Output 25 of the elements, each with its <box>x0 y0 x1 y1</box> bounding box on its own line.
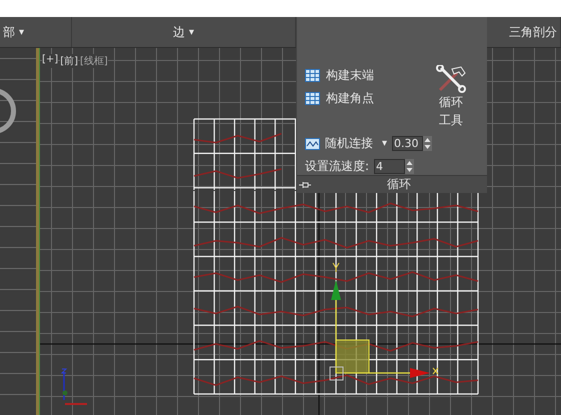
grid-icon <box>305 69 320 82</box>
random-connect-field[interactable]: 0.30 <box>392 136 424 151</box>
graph-icon <box>305 138 320 150</box>
spinner-arrows-icon[interactable] <box>405 159 414 174</box>
viewport-label[interactable]: [+] <box>42 54 58 68</box>
loop-tools-button[interactable]: 循环 工具 <box>435 65 467 129</box>
build-tool-button[interactable]: 构建末端 <box>305 67 374 84</box>
ribbon-group-label[interactable]: 边 <box>172 24 185 40</box>
build-tool-button[interactable]: 构建角点 <box>305 90 374 107</box>
pin-icon[interactable] <box>299 180 311 188</box>
ribbon-group-label[interactable]: 三角剖分 <box>509 24 557 40</box>
grid-icon <box>305 92 320 105</box>
axis-tripod-icon <box>60 368 87 405</box>
wrench-hammer-icon <box>435 65 467 93</box>
panel-title: 循环 <box>386 176 412 193</box>
dropdown-caret[interactable]: ▾ <box>19 26 24 38</box>
viewport-label[interactable]: [线框] <box>80 54 108 68</box>
flow-speed-field[interactable]: 4 <box>374 159 406 174</box>
viewport-label[interactable]: [前] <box>60 54 78 68</box>
spinner-arrows-icon[interactable] <box>423 136 432 151</box>
dropdown-caret[interactable]: ▾ <box>188 26 194 38</box>
flow-speed-label: 设置流速度: <box>305 158 370 175</box>
random-connect-label: 随机连接 <box>325 135 373 152</box>
dropdown-caret[interactable]: ▾ <box>382 138 388 149</box>
ribbon-group-label[interactable]: 部 <box>3 24 15 40</box>
